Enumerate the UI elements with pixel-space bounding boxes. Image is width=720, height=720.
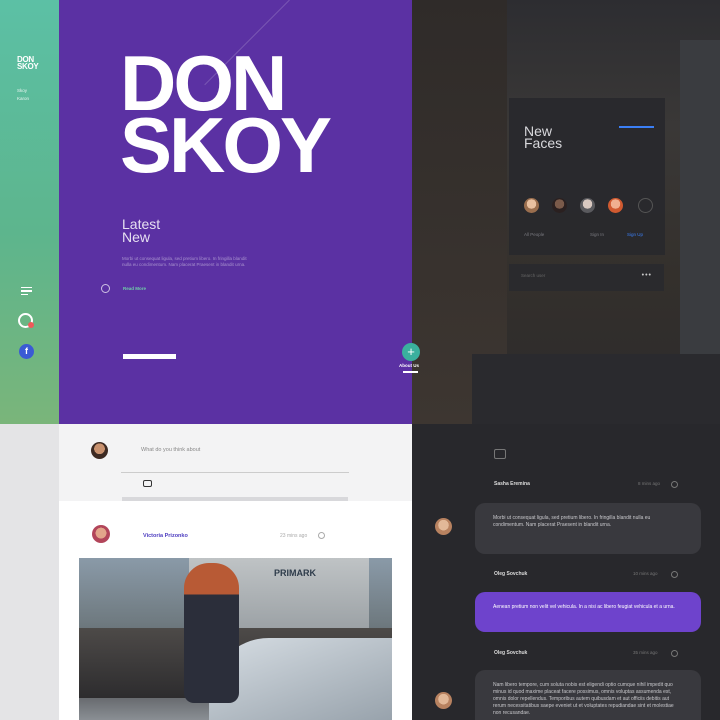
post-time: 23 mins ago xyxy=(280,533,308,539)
read-more-link[interactable]: Read More xyxy=(123,286,146,291)
new-faces-card: New Faces All People Sign In Sign Up xyxy=(509,98,665,255)
image-woman xyxy=(184,563,239,703)
post-image[interactable]: PRIMARK xyxy=(79,558,392,720)
hero-panel: DON SKOY Latest New Morbi ut consequat l… xyxy=(59,0,412,424)
camera-icon[interactable] xyxy=(143,480,152,487)
new-faces-title: New Faces xyxy=(524,124,563,151)
street-photo-panel: New Faces All People Sign In Sign Up Sea… xyxy=(412,0,720,424)
latest-heading-line2: New xyxy=(122,229,151,245)
avatar[interactable] xyxy=(435,692,452,709)
post-composer: What do you think about xyxy=(59,424,412,501)
add-avatar-icon[interactable] xyxy=(638,198,653,213)
rail-subnav-item[interactable]: Skoy xyxy=(17,87,29,95)
clock-icon xyxy=(318,532,325,539)
facebook-icon[interactable]: f xyxy=(19,344,34,359)
about-us-label[interactable]: About Us xyxy=(399,363,419,368)
search-user-field[interactable]: Search user ••• xyxy=(509,264,664,291)
clock-icon xyxy=(101,284,110,293)
street-shape xyxy=(472,354,720,424)
accent-bar xyxy=(619,126,654,128)
hero-title: DON SKOY xyxy=(120,44,332,189)
chat-message: Morbi ut consequat ligula, sed pretium l… xyxy=(475,503,701,554)
chat-sender-name: Oleg Sovchuk xyxy=(494,650,528,656)
hero-progress-bar xyxy=(123,354,176,359)
clock-icon xyxy=(671,571,678,578)
hero-title-line2: SKOY xyxy=(120,101,332,189)
sign-up-link[interactable]: Sign Up xyxy=(627,232,643,237)
latest-heading: Latest New xyxy=(122,217,160,245)
image-store-sign: PRIMARK xyxy=(274,568,316,578)
avatar xyxy=(91,442,108,459)
composer-divider xyxy=(121,472,349,473)
clock-icon xyxy=(671,481,678,488)
chat-time: 35 mins ago xyxy=(633,650,658,655)
rail-brand-logo[interactable]: DON SKOY xyxy=(17,56,39,71)
composer-input[interactable]: What do you think about xyxy=(141,447,200,453)
latest-body-text: Morbi ut consequat ligula, sed pretium l… xyxy=(122,256,247,267)
more-options-icon[interactable]: ••• xyxy=(642,272,652,279)
chat-message: Nam libero tempore, cum soluta nobis est… xyxy=(475,670,701,720)
chat-time: 10 mins ago xyxy=(633,571,658,576)
post-author[interactable]: Victoria Prizonko xyxy=(143,533,188,539)
avatar[interactable] xyxy=(435,518,452,535)
left-rail: DON SKOY Skoy Karon f xyxy=(0,0,59,424)
chat-panel: Sasha Eremina 8 mins ago Morbi ut conseq… xyxy=(412,424,720,720)
about-us-underline xyxy=(403,371,418,373)
sign-in-link[interactable]: Sign In xyxy=(590,232,604,237)
avatar[interactable] xyxy=(524,198,539,213)
chat-time: 8 mins ago xyxy=(638,481,661,486)
menu-icon[interactable] xyxy=(21,287,32,297)
avatar[interactable] xyxy=(92,525,110,543)
clock-icon xyxy=(671,650,678,657)
avatar[interactable] xyxy=(608,198,623,213)
chat-bubble-icon[interactable] xyxy=(18,313,34,328)
search-placeholder: Search user xyxy=(521,273,546,278)
feed-post: Victoria Prizonko 23 mins ago PRIMARK xyxy=(59,501,412,720)
rail-brand-line2: SKOY xyxy=(17,62,39,71)
user-icon[interactable] xyxy=(494,449,506,459)
new-faces-title-line2: Faces xyxy=(524,135,563,151)
rail-subnav: Skoy Karon xyxy=(17,87,29,103)
chat-message: Aenean pretium non velit vel vehicula. I… xyxy=(475,592,701,632)
chat-sender-name: Sasha Eremina xyxy=(494,481,530,487)
about-us-button[interactable]: + xyxy=(402,343,420,361)
rail-subnav-item[interactable]: Karon xyxy=(17,95,29,103)
all-people-link[interactable]: All People xyxy=(524,232,544,237)
chat-sender-name: Oleg Sovchuk xyxy=(494,571,528,577)
avatar[interactable] xyxy=(580,198,595,213)
avatar[interactable] xyxy=(552,198,567,213)
